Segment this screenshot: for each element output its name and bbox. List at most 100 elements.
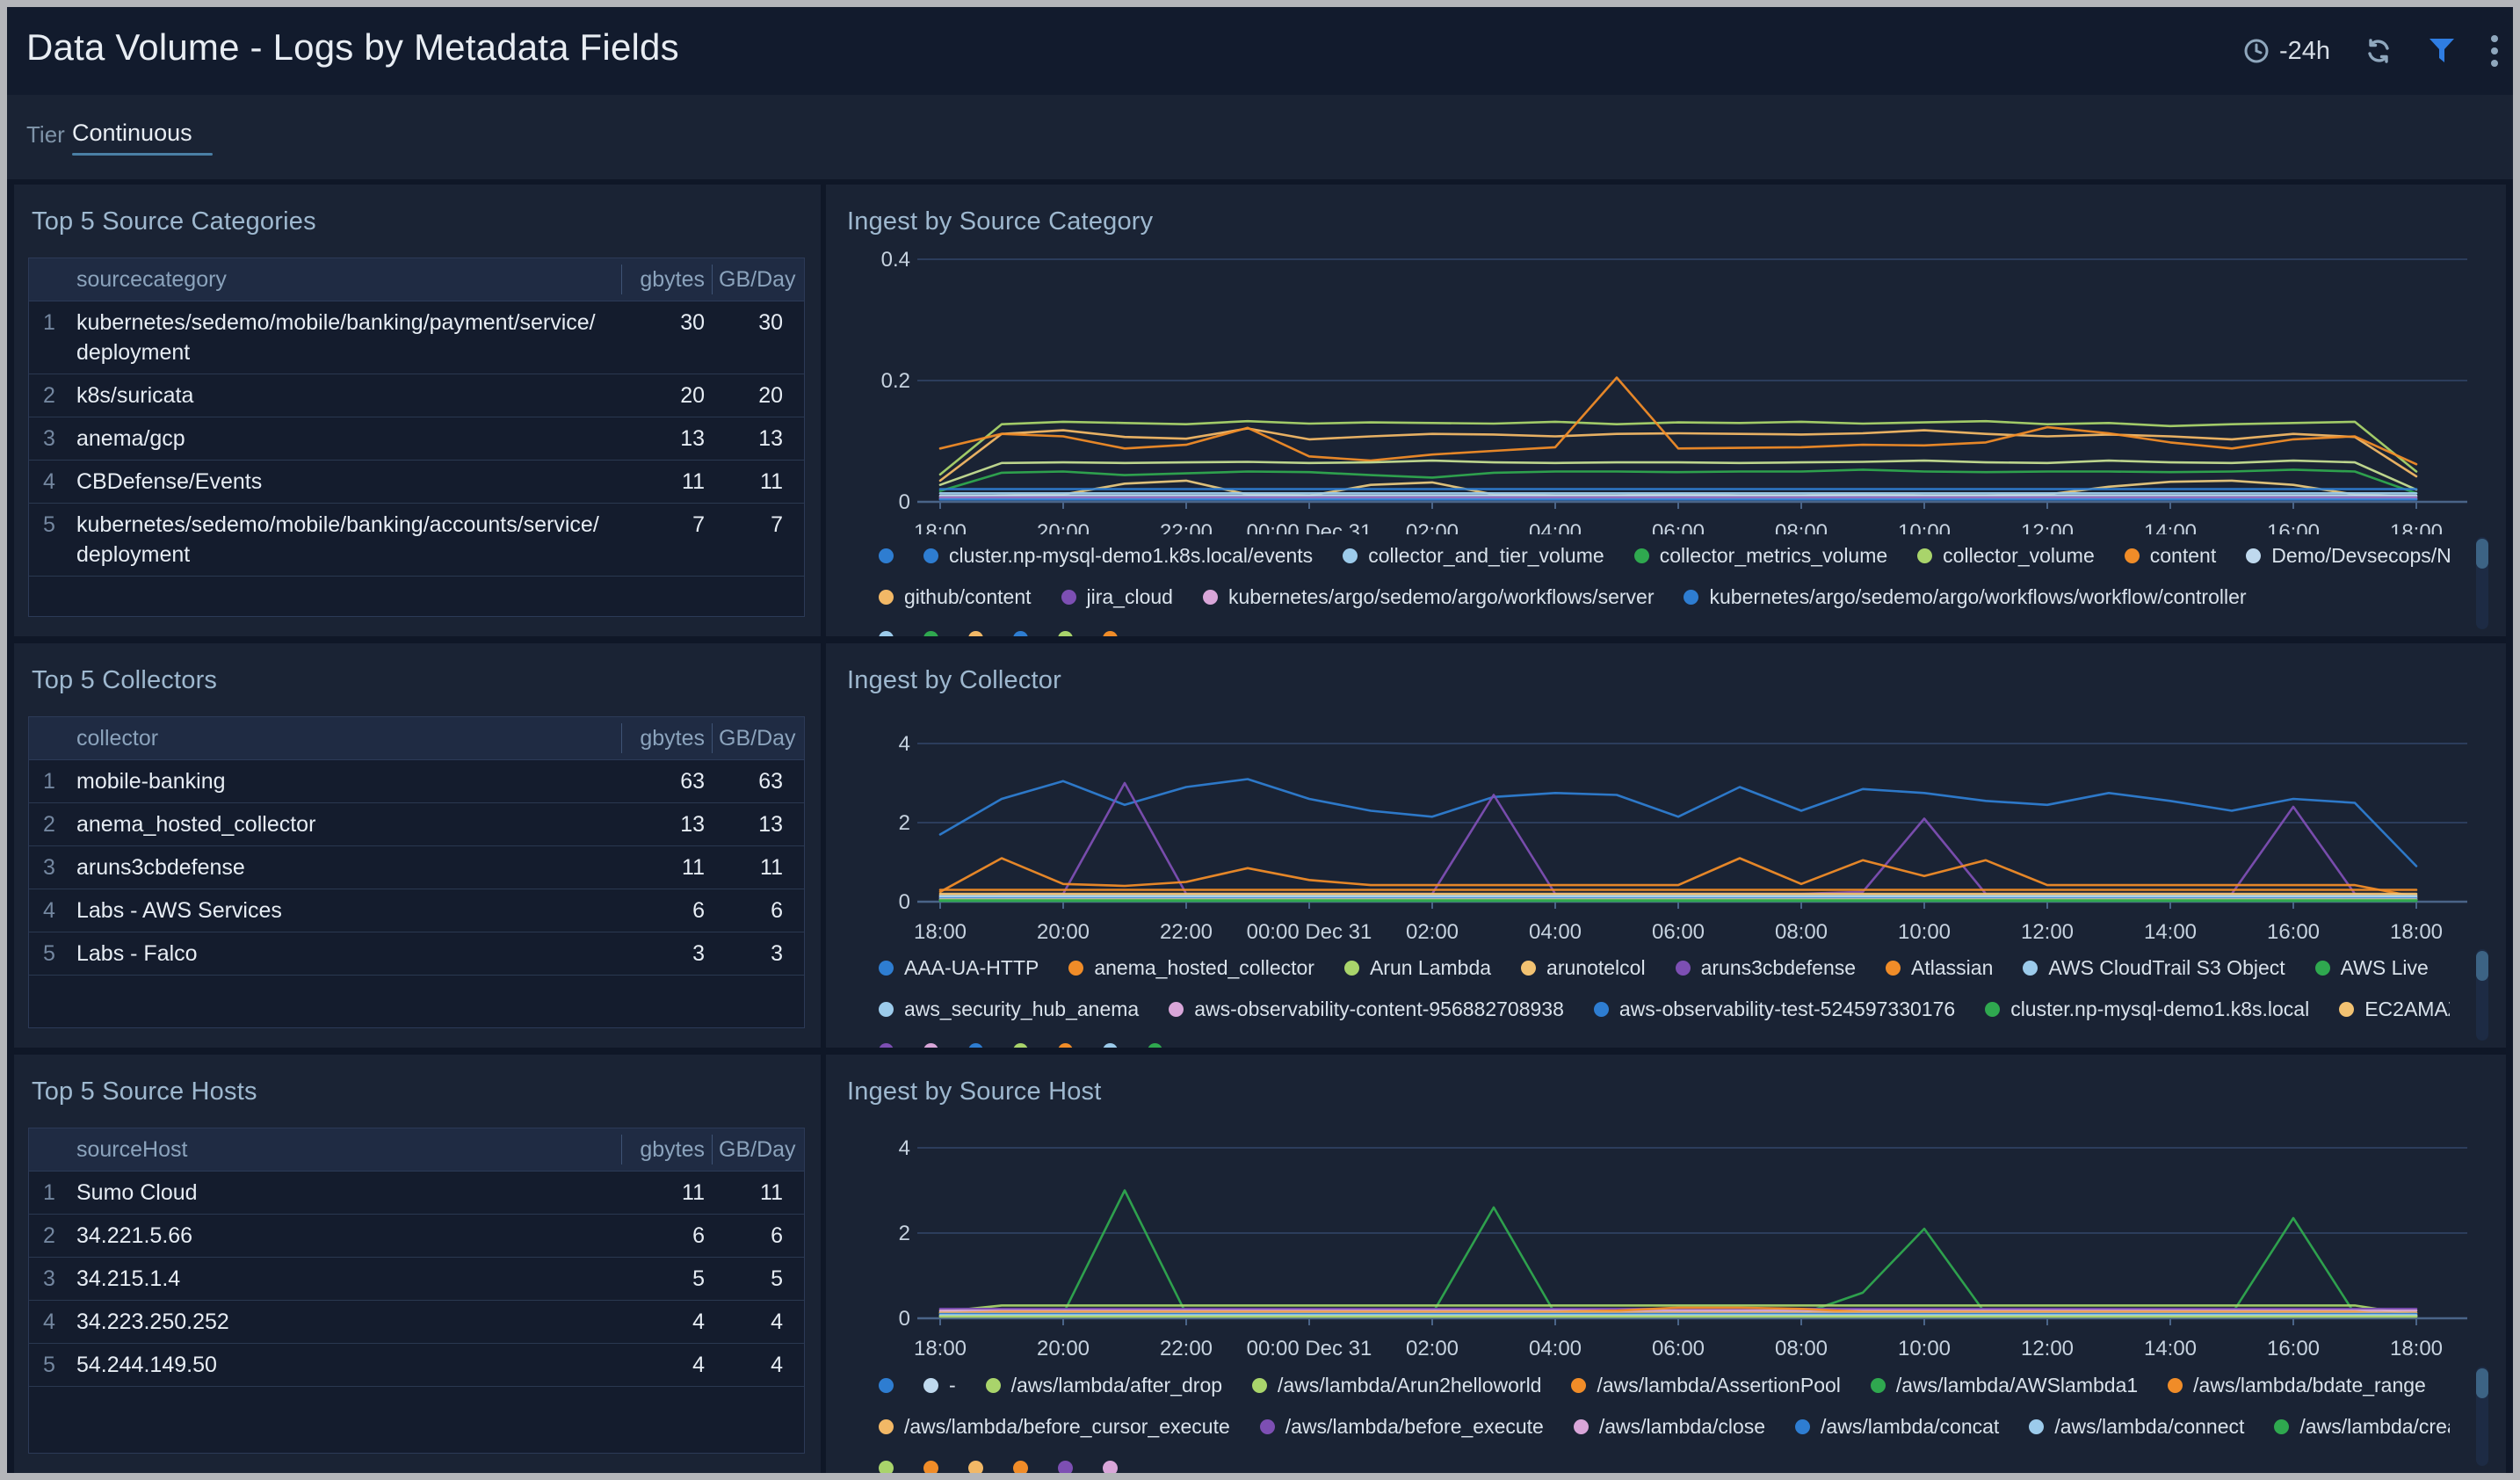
legend-scrollbar-thumb[interactable] — [2476, 1368, 2488, 1398]
legend-item[interactable]: github/content — [879, 585, 1032, 609]
legend-item[interactable] — [1013, 1043, 1028, 1048]
series-line[interactable] — [938, 376, 2418, 466]
legend-item[interactable] — [1103, 1461, 1118, 1473]
legend-item[interactable] — [1058, 1043, 1073, 1048]
legend-scrollbar[interactable] — [2476, 949, 2488, 1041]
legend-item[interactable] — [1103, 631, 1118, 636]
chart-plot-source-category[interactable]: 0 0.2 0.4 18:00 20:00 22:00 00:00 Dec 31 02:00 0… — [826, 227, 2506, 534]
legend-item[interactable]: collector_volume — [1917, 544, 2095, 568]
legend-item[interactable] — [879, 631, 894, 636]
legend-scrollbar-thumb[interactable] — [2476, 539, 2488, 569]
table-row[interactable]: 2 34.221.5.66 6 6 — [29, 1215, 804, 1258]
legend-item[interactable]: EC2AMAZ-UIF5MB6 — [2339, 998, 2450, 1021]
column-header-name[interactable]: sourceHost — [69, 1128, 621, 1171]
legend-item[interactable]: arunotelcol — [1521, 956, 1646, 980]
legend-item[interactable]: anema_hosted_collector — [1068, 956, 1314, 980]
legend-item[interactable] — [879, 548, 894, 563]
legend-item[interactable]: /aws/lambda/AssertionPool — [1571, 1374, 1841, 1397]
legend-item[interactable] — [1148, 1043, 1162, 1048]
legend-item[interactable]: kubernetes/argo/sedemo/argo/workflows/wo… — [1684, 585, 2247, 609]
legend-item[interactable]: kubernetes/argo/sedemo/argo/workflows/se… — [1202, 585, 1654, 609]
legend-item[interactable]: /aws/lambda/close — [1573, 1415, 1765, 1439]
legend-item[interactable]: collector_metrics_volume — [1633, 544, 1887, 568]
legend-item[interactable]: cluster.np-mysql-demo1.k8s.local — [1985, 998, 2309, 1021]
chart-plot-source-host[interactable]: 0 2 4 18:00 20:00 22:00 00:00 Dec 31 02:00 04:00… — [826, 1088, 2506, 1365]
table-row[interactable]: 2 anema_hosted_collector 13 13 — [29, 803, 804, 846]
table-row[interactable]: 1 mobile-banking 63 63 — [29, 760, 804, 803]
legend-item[interactable]: /aws/lambda/Arun2helloworld — [1252, 1374, 1541, 1397]
legend-item[interactable]: /aws/lambda/AWSlambda1 — [1870, 1374, 2138, 1397]
table-row[interactable]: 3 anema/gcp 13 13 — [29, 417, 804, 461]
legend-item[interactable]: content — [2124, 544, 2216, 568]
column-header-name[interactable]: collector — [69, 717, 621, 759]
legend-item[interactable] — [968, 1461, 983, 1473]
column-header-gbytes[interactable]: gbytes — [621, 258, 712, 301]
legend-item[interactable] — [879, 1043, 894, 1048]
legend-item[interactable] — [968, 1043, 983, 1048]
legend-item[interactable]: AWS Live — [2314, 956, 2429, 980]
legend-item[interactable]: AWS CloudTrail S3 Object — [2023, 956, 2285, 980]
legend-item[interactable] — [1013, 1461, 1028, 1473]
time-range-button[interactable]: -24h — [2242, 37, 2330, 66]
table-row[interactable]: 2 k8s/suricata 20 20 — [29, 374, 804, 417]
legend-item[interactable] — [1013, 631, 1028, 636]
series-line[interactable] — [938, 857, 2418, 898]
legend-item[interactable] — [968, 631, 983, 636]
legend-dot-icon — [879, 1043, 894, 1048]
legend-item[interactable] — [1103, 1043, 1118, 1048]
legend-scrollbar[interactable] — [2476, 537, 2488, 629]
legend-item[interactable]: aws_security_hub_anema — [879, 998, 1139, 1021]
legend-item[interactable]: cluster.np-mysql-demo1.k8s.local/events — [923, 544, 1313, 568]
column-header-gbday[interactable]: GB/Day — [712, 258, 796, 301]
legend-item[interactable]: /aws/lambda/before_cursor_execute — [879, 1415, 1230, 1439]
legend-item[interactable]: /aws/lambda/before_execute — [1259, 1415, 1544, 1439]
legend-item[interactable]: /aws/lambda/connect — [2029, 1415, 2244, 1439]
refresh-button[interactable] — [2364, 36, 2393, 66]
legend-item[interactable]: /aws/lambda/concat — [1795, 1415, 1999, 1439]
legend-item[interactable]: AAA-UA-HTTP — [879, 956, 1039, 980]
legend-item[interactable] — [923, 1043, 938, 1048]
legend-item[interactable] — [1058, 631, 1073, 636]
legend-item[interactable]: aws-observability-content-956882708938 — [1169, 998, 1564, 1021]
legend-dot-icon — [2029, 1419, 2045, 1434]
chart-plot-collector[interactable]: 0 2 4 18:00 20:00 22:00 00:00 Dec 31 02:00 04:00… — [826, 675, 2506, 947]
legend-item[interactable]: aws-observability-test-524597330176 — [1593, 998, 1955, 1021]
table-row[interactable]: 1 Sumo Cloud 11 11 — [29, 1172, 804, 1215]
legend-item[interactable] — [879, 1378, 894, 1393]
column-header-gbday[interactable]: GB/Day — [712, 717, 796, 759]
tier-filter-value[interactable]: Continuous — [72, 120, 192, 147]
legend-item[interactable]: Arun Lambda — [1343, 956, 1491, 980]
legend-item[interactable] — [923, 1461, 938, 1473]
legend-item[interactable] — [879, 1461, 894, 1473]
legend-item[interactable] — [923, 631, 938, 636]
legend-item[interactable]: collector_and_tier_volume — [1343, 544, 1604, 568]
legend-scrollbar-thumb[interactable] — [2476, 951, 2488, 981]
column-header-gbytes[interactable]: gbytes — [621, 1128, 712, 1171]
legend-item[interactable] — [1058, 1461, 1073, 1473]
table-row[interactable]: 3 34.215.1.4 5 5 — [29, 1258, 804, 1301]
table-row[interactable]: 4 Labs - AWS Services 6 6 — [29, 889, 804, 932]
legend-item[interactable]: /aws/lambda/after_drop — [985, 1374, 1222, 1397]
legend-item[interactable]: aruns3cbdefense — [1675, 956, 1856, 980]
column-header-gbday[interactable]: GB/Day — [712, 1128, 796, 1171]
series-line[interactable] — [938, 781, 2418, 900]
legend-scrollbar[interactable] — [2476, 1367, 2488, 1466]
table-row[interactable]: 5 54.244.149.50 4 4 — [29, 1344, 804, 1387]
legend-item[interactable]: Atlassian — [1886, 956, 1993, 980]
kebab-menu-button[interactable] — [2490, 34, 2499, 68]
filter-button[interactable] — [2427, 37, 2457, 65]
legend-item[interactable]: /aws/lambda/bdate_range — [2168, 1374, 2426, 1397]
legend-item[interactable]: - — [923, 1374, 956, 1397]
table-row[interactable]: 4 34.223.250.252 4 4 — [29, 1301, 804, 1344]
table-row[interactable]: 4 CBDefense/Events 11 11 — [29, 461, 804, 504]
table-row[interactable]: 5 Labs - Falco 3 3 — [29, 932, 804, 976]
table-row[interactable]: 5 kubernetes/sedemo/mobile/banking/accoun… — [29, 504, 804, 577]
column-header-gbytes[interactable]: gbytes — [621, 717, 712, 759]
column-header-name[interactable]: sourcecategory — [69, 258, 621, 301]
legend-item[interactable]: /aws/lambda/create_engine — [2274, 1415, 2450, 1439]
series-line[interactable] — [938, 1189, 2418, 1317]
table-row[interactable]: 1 kubernetes/sedemo/mobile/banking/paymen… — [29, 301, 804, 374]
legend-item[interactable]: jira_cloud — [1061, 585, 1173, 609]
table-row[interactable]: 3 aruns3cbdefense 11 11 — [29, 846, 804, 889]
legend-item[interactable]: Demo/Devsecops/Nginx — [2246, 544, 2450, 568]
